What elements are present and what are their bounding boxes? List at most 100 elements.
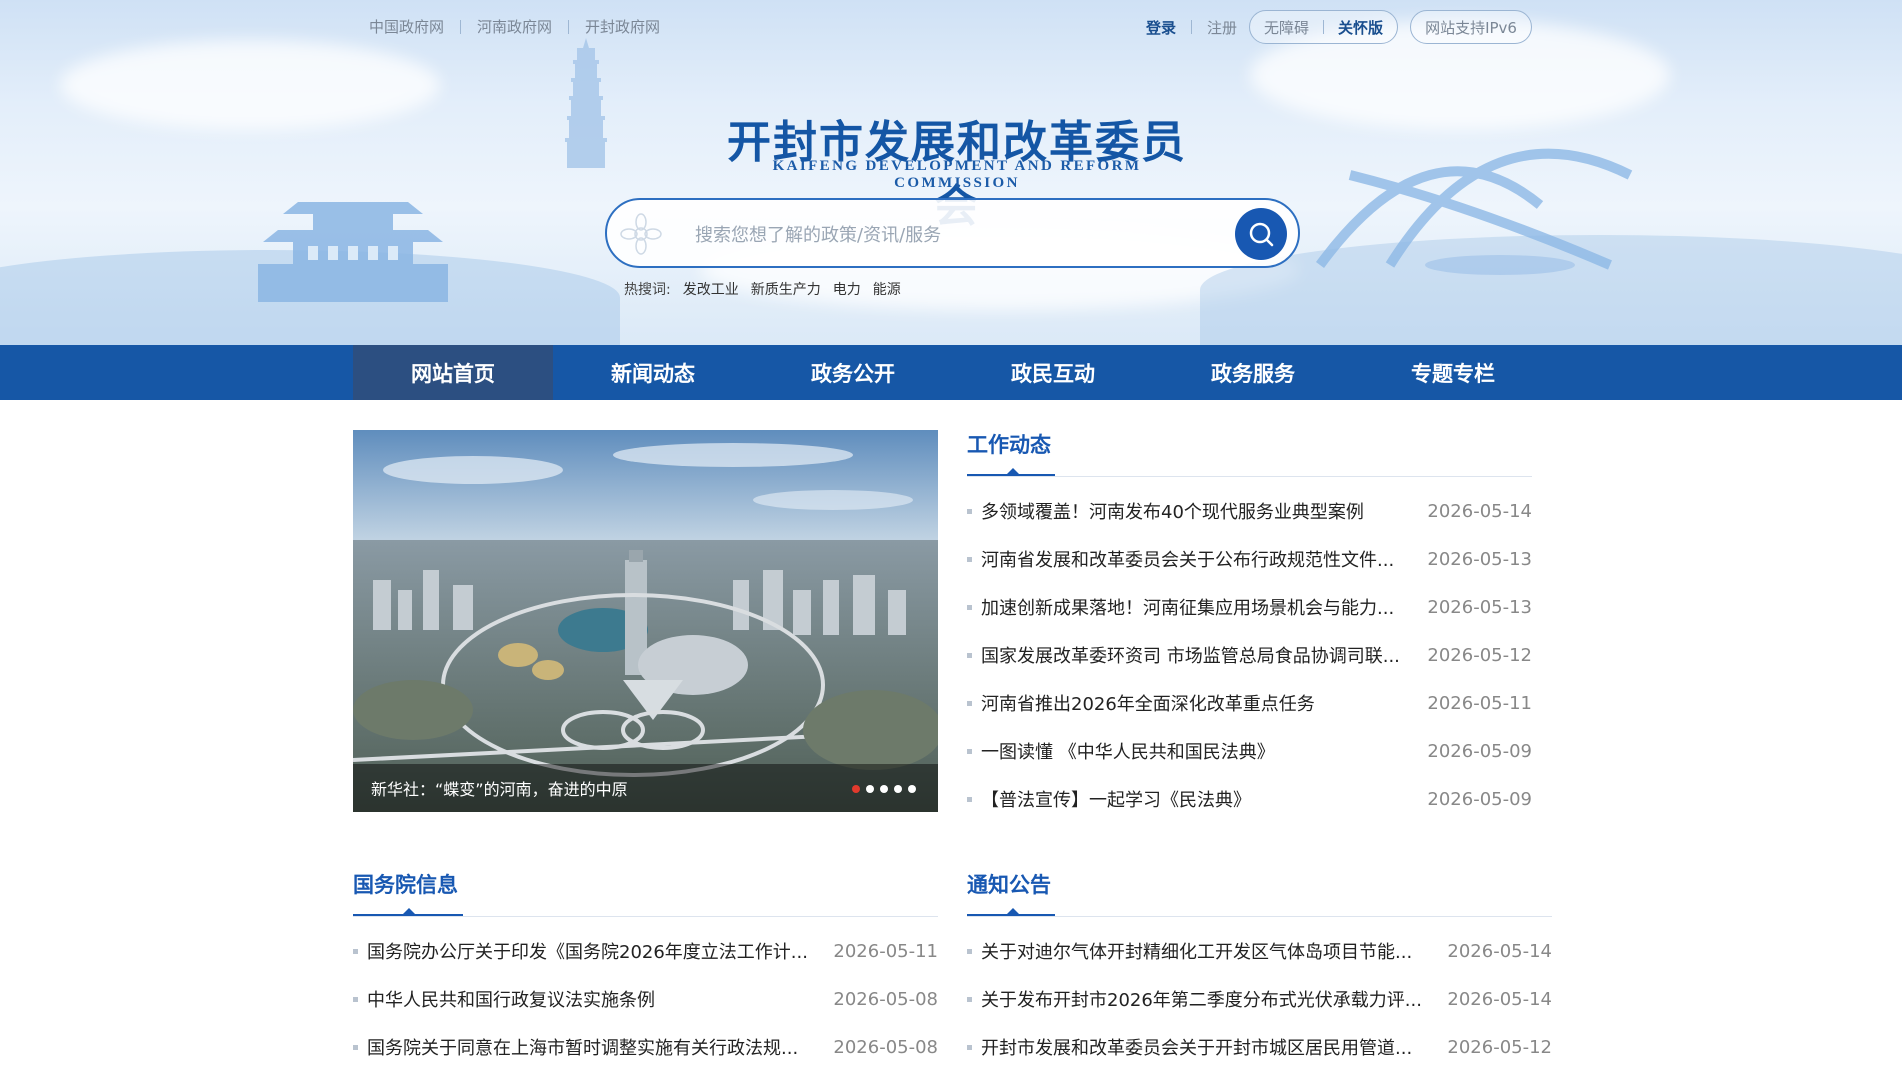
panel-heading: 国务院信息 [353,870,938,916]
login-link[interactable]: 登录 [1146,17,1176,38]
news-date: 2026-05-13 [1427,596,1532,618]
main-nav: 网站首页 新闻动态 政务公开 政民互动 政务服务 专题专栏 [0,345,1902,400]
ipv6-badge[interactable]: 网站支持IPv6 [1410,10,1532,44]
hot-word[interactable]: 电力 [833,279,861,299]
bullet [353,948,358,954]
news-title: 开封市发展和改革委员会关于开封市城区居民用管道... [981,1038,1413,1059]
site-subtitle: KAIFENG DEVELOPMENT AND REFORM COMMISSIO… [772,158,1142,191]
carousel-caption[interactable]: 新华社：“蝶变”的河南，奋进的中原 [371,776,628,800]
list-item[interactable]: 多领域覆盖！河南发布40个现代服务业典型案例 2026-05-14 [967,487,1532,535]
news-title: 国务院办公厅关于印发《国务院2026年度立法工作计... [367,942,808,963]
state-council-title[interactable]: 国务院信息 [353,873,458,897]
news-title: 河南省推出2026年全面深化改革重点任务 [981,694,1315,715]
state-council-list: 国务院办公厅关于印发《国务院2026年度立法工作计... 2026-05-11 中… [353,927,938,1071]
news-title: 加速创新成果落地！河南征集应用场景机会与能力... [981,598,1395,619]
list-item[interactable]: 加速创新成果落地！河南征集应用场景机会与能力... 2026-05-13 [967,583,1532,631]
nav-public-interaction[interactable]: 政民互动 [953,345,1153,400]
list-item[interactable]: 【普法宣传】一起学习《民法典》 2026-05-09 [967,775,1532,823]
link-henan-gov[interactable]: 河南政府网 [477,16,552,37]
list-item[interactable]: 一图读懂 《中华人民共和国民法典》 2026-05-09 [967,727,1532,775]
search-icon [1249,222,1274,247]
bullet [967,700,972,706]
notices-list: 关于对迪尔气体开封精细化工开发区气体岛项目节能... 2026-05-14 关于发… [967,927,1552,1071]
iron-pagoda-illustration [565,38,607,168]
bullet [967,796,972,802]
nav-special-topics[interactable]: 专题专栏 [1353,345,1553,400]
notices-title[interactable]: 通知公告 [967,873,1051,897]
list-item[interactable]: 国务院办公厅关于印发《国务院2026年度立法工作计... 2026-05-11 [353,927,938,975]
news-date: 2026-05-14 [1447,940,1552,962]
search-bar [605,198,1300,268]
heading-underline [967,914,1055,916]
bullet [353,1044,358,1050]
divider [460,19,462,34]
heading-marker [403,908,415,914]
accessibility-toggle-group: 无障碍 关怀版 [1249,10,1399,44]
list-item[interactable]: 河南省推出2026年全面深化改革重点任务 2026-05-11 [967,679,1532,727]
hot-word[interactable]: 能源 [873,279,901,299]
work-news-panel: 工作动态 多领域覆盖！河南发布40个现代服务业典型案例 2026-05-14 河南… [967,430,1532,823]
bullet [967,604,972,610]
care-mode-button[interactable]: 关怀版 [1338,17,1383,38]
news-carousel[interactable]: 新华社：“蝶变”的河南，奋进的中原 [353,430,938,812]
list-item[interactable]: 关于发布开封市2026年第二季度分布式光伏承载力评... 2026-05-14 [967,975,1552,1023]
news-title: 关于发布开封市2026年第二季度分布式光伏承载力评... [981,990,1422,1011]
flower-decoration-icon [620,213,662,255]
nav-home[interactable]: 网站首页 [353,345,553,400]
hot-word[interactable]: 新质生产力 [751,279,821,299]
account-toolbar: 登录 注册 无障碍 关怀版 网站支持IPv6 [1146,10,1532,44]
news-title: 关于对迪尔气体开封精细化工开发区气体岛项目节能... [981,942,1413,963]
list-item[interactable]: 开封市发展和改革委员会关于开封市城区居民用管道... 2026-05-12 [967,1023,1552,1071]
carousel-dot[interactable] [880,785,888,793]
news-title: 河南省发展和改革委员会关于公布行政规范性文件... [981,550,1395,571]
search-button[interactable] [1235,208,1287,260]
link-kaifeng-gov[interactable]: 开封政府网 [585,16,660,37]
divider [353,916,938,917]
list-item[interactable]: 中华人民共和国行政复议法实施条例 2026-05-08 [353,975,938,1023]
bridge-illustration [1315,148,1633,275]
barrier-free-button[interactable]: 无障碍 [1264,17,1309,38]
work-news-title[interactable]: 工作动态 [967,433,1051,457]
heading-underline [967,474,1055,476]
news-date: 2026-05-13 [1427,548,1532,570]
carousel-dot[interactable] [894,785,902,793]
bullet [967,508,972,514]
news-date: 2026-05-12 [1427,644,1532,666]
register-link[interactable]: 注册 [1207,17,1237,38]
list-item[interactable]: 关于对迪尔气体开封精细化工开发区气体岛项目节能... 2026-05-14 [967,927,1552,975]
carousel-dot[interactable] [908,785,916,793]
news-date: 2026-05-09 [1427,740,1532,762]
list-item[interactable]: 河南省发展和改革委员会关于公布行政规范性文件... 2026-05-13 [967,535,1532,583]
news-date: 2026-05-09 [1427,788,1532,810]
bullet [967,748,972,754]
carousel-pagination [846,785,916,793]
ipv6-label: 网站支持IPv6 [1425,18,1517,37]
carousel-dot[interactable] [866,785,874,793]
carousel-dot[interactable] [852,785,860,793]
divider [1191,20,1193,34]
panel-heading: 工作动态 [967,430,1532,476]
news-date: 2026-05-12 [1447,1036,1552,1058]
divider [967,476,1532,477]
link-china-gov[interactable]: 中国政府网 [369,16,444,37]
state-council-panel: 国务院信息 国务院办公厅关于印发《国务院2026年度立法工作计... 2026-0… [353,870,938,1071]
nav-gov-affairs-open[interactable]: 政务公开 [753,345,953,400]
bullet [353,996,358,1002]
hot-search-words: 热搜词: 发改工业 新质生产力 电力 能源 [624,279,913,299]
nav-gov-services[interactable]: 政务服务 [1153,345,1353,400]
panel-heading: 通知公告 [967,870,1552,916]
list-item[interactable]: 国务院关于同意在上海市暂时调整实施有关行政法规... 2026-05-08 [353,1023,938,1071]
news-title: 一图读懂 《中华人民共和国民法典》 [981,742,1275,763]
government-links: 中国政府网 河南政府网 开封政府网 [369,16,660,37]
bullet [967,996,972,1002]
nav-news[interactable]: 新闻动态 [553,345,753,400]
list-item[interactable]: 国家发展改革委环资司 市场监管总局食品协调司联... 2026-05-12 [967,631,1532,679]
hot-word[interactable]: 发改工业 [683,279,739,299]
bullet [967,948,972,954]
news-title: 国务院关于同意在上海市暂时调整实施有关行政法规... [367,1038,799,1059]
gate-tower-illustration [258,202,448,302]
heading-marker [1007,468,1019,474]
work-news-list: 多领域覆盖！河南发布40个现代服务业典型案例 2026-05-14 河南省发展和改… [967,487,1532,823]
heading-underline [353,914,463,916]
search-input[interactable] [695,221,1215,249]
